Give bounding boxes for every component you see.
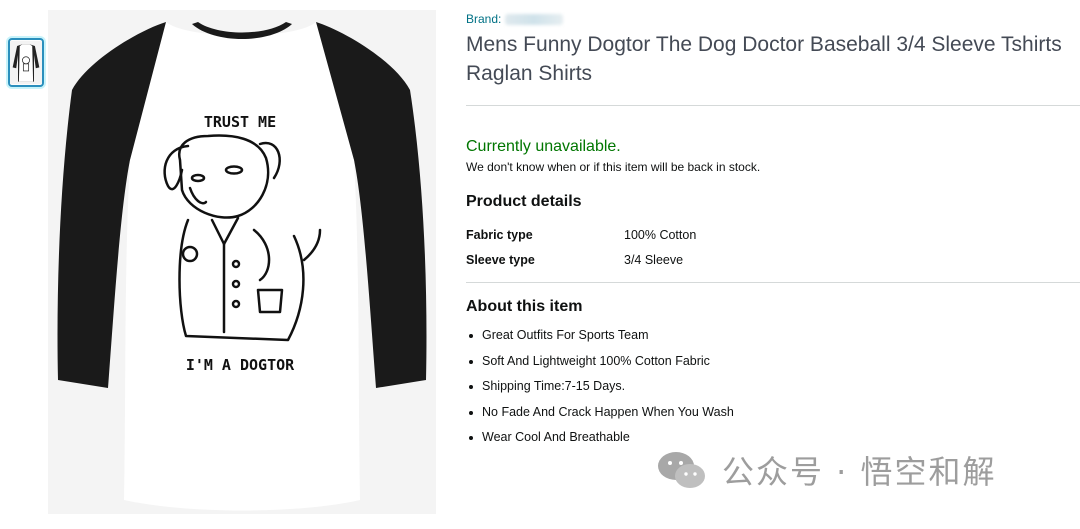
watermark: 公众号 · 悟空和解 bbox=[656, 448, 997, 492]
divider bbox=[466, 282, 1080, 283]
watermark-text: 公众号 · 悟空和解 bbox=[722, 453, 997, 491]
detail-row-sleeve: Sleeve type 3/4 Sleeve bbox=[466, 253, 683, 267]
product-main-image[interactable]: TRUST ME I'M A DOGTOR bbox=[48, 10, 436, 514]
list-item: Great Outfits For Sports Team bbox=[466, 328, 734, 354]
list-item: No Fade And Crack Happen When You Wash bbox=[466, 405, 734, 431]
product-title: Mens Funny Dogtor The Dog Doctor Basebal… bbox=[466, 33, 1062, 85]
shirt-thumbnail-image bbox=[10, 40, 42, 85]
about-heading: About this item bbox=[466, 298, 583, 315]
wechat-icon bbox=[658, 452, 705, 488]
brand-label[interactable]: Brand: bbox=[466, 12, 501, 26]
about-bullet-list: Great Outfits For Sports Team Soft And L… bbox=[466, 328, 734, 456]
product-thumbnail[interactable] bbox=[8, 38, 44, 87]
detail-label: Sleeve type bbox=[466, 253, 535, 267]
list-item: Soft And Lightweight 100% Cotton Fabric bbox=[466, 354, 734, 380]
detail-label: Fabric type bbox=[466, 228, 533, 242]
shirt-top-text: TRUST ME bbox=[204, 113, 276, 131]
divider bbox=[466, 105, 1080, 106]
availability-note: We don't know when or if this item will … bbox=[466, 160, 761, 174]
list-item: Shipping Time:7-15 Days. bbox=[466, 379, 734, 405]
availability-status: Currently unavailable. bbox=[466, 138, 621, 155]
detail-value: 100% Cotton bbox=[624, 228, 697, 242]
detail-value: 3/4 Sleeve bbox=[624, 253, 684, 267]
detail-row-fabric: Fabric type 100% Cotton bbox=[466, 228, 696, 242]
brand-name-blurred[interactable] bbox=[505, 14, 564, 26]
product-details-heading: Product details bbox=[466, 193, 582, 210]
brand-row[interactable]: Brand: bbox=[466, 12, 564, 26]
dogtor-shirt-image: TRUST ME I'M A DOGTOR bbox=[48, 10, 436, 514]
shirt-bottom-text: I'M A DOGTOR bbox=[186, 356, 295, 374]
